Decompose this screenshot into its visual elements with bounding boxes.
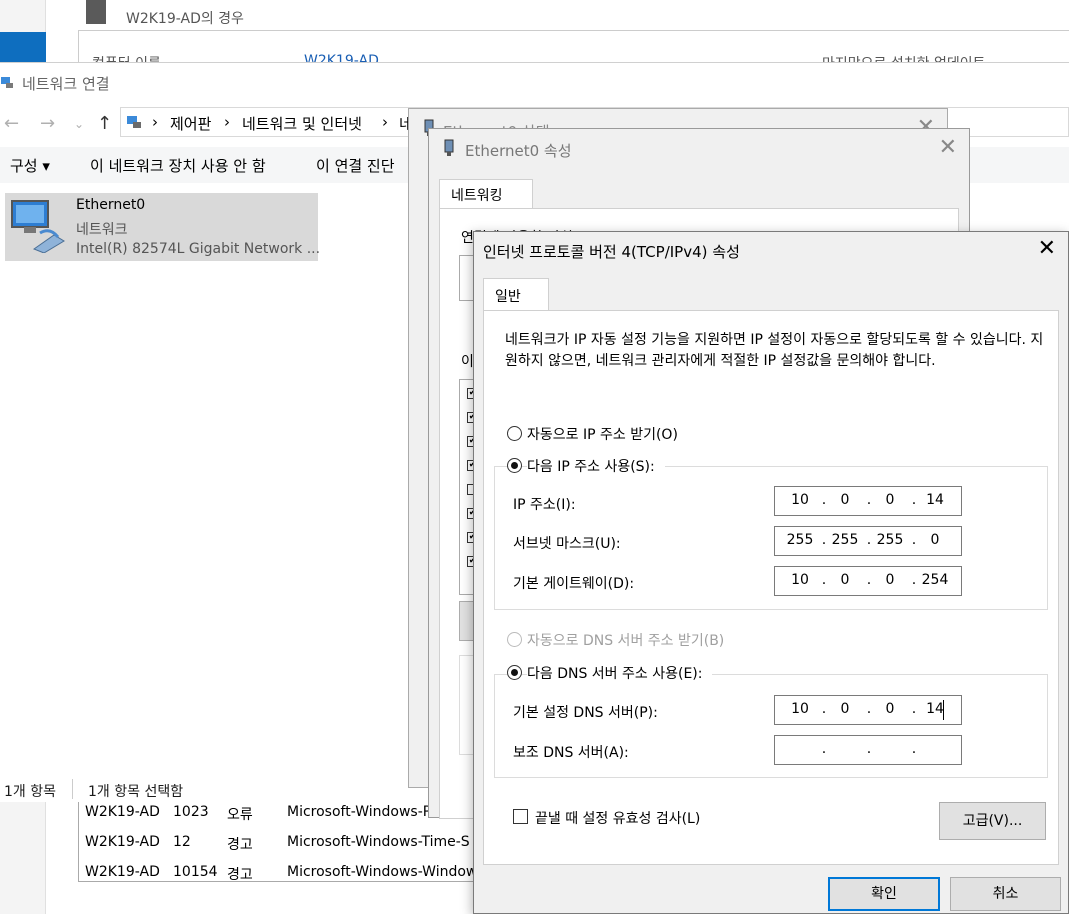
- subnet-mask-field[interactable]: 255 . 255 . 255 . 0: [774, 526, 962, 556]
- event-id: 10154: [173, 864, 218, 880]
- ip-dot: .: [821, 741, 827, 757]
- back-arrow-icon[interactable]: ←: [4, 113, 19, 134]
- pref-dns-octet-2: 0: [840, 701, 850, 717]
- subnet-octet-3: 255: [876, 532, 904, 548]
- adapter-device: Intel(R) 82574L Gigabit Network ...: [76, 241, 321, 257]
- sidebar-selected-item[interactable]: [0, 32, 46, 64]
- validate-settings-checkbox[interactable]: [513, 809, 528, 824]
- text-caret: [943, 700, 944, 720]
- auto-ip-radio[interactable]: [507, 426, 522, 441]
- ip-address-label: IP 주소(I):: [513, 497, 576, 513]
- event-source: Microsoft-Windows-Time-S: [287, 834, 470, 850]
- auto-dns-label[interactable]: 자동으로 DNS 서버 주소 받기(B): [527, 630, 724, 650]
- subnet-mask-label: 서브넷 마스크(U):: [513, 536, 621, 552]
- gateway-octet-4: 254: [921, 572, 949, 588]
- subnet-octet-1: 255: [786, 532, 814, 548]
- recent-chevron-icon[interactable]: ⌄: [74, 117, 84, 131]
- alternate-dns-label: 보조 DNS 서버(A):: [513, 745, 629, 761]
- auto-dns-radio[interactable]: [507, 632, 522, 647]
- properties-window-title: Ethernet0 속성: [465, 142, 572, 160]
- network-adapter-icon: [11, 200, 65, 253]
- ip-octet-3: 0: [885, 492, 895, 508]
- tab-networking-label: 네트워킹: [451, 188, 503, 204]
- ethernet-icon: [444, 139, 454, 156]
- event-level: 경고: [227, 837, 253, 853]
- server-subtitle: W2K19-AD의 경우: [126, 11, 244, 27]
- status-selected-count: 1개 항목 선택함: [88, 784, 184, 800]
- status-divider: [72, 779, 73, 799]
- manual-ip-label[interactable]: 다음 IP 주소 사용(S):: [527, 456, 665, 476]
- cancel-button[interactable]: 취소: [950, 877, 1061, 911]
- diagnose-button[interactable]: 이 연결 진단: [316, 155, 395, 176]
- ip-address-field[interactable]: 10 . 0 . 0 . 14: [774, 486, 962, 516]
- event-server: W2K19-AD: [85, 834, 160, 850]
- network-folder-icon: [1, 77, 13, 88]
- gateway-octet-1: 10: [791, 572, 809, 588]
- manual-ip-radio[interactable]: [507, 458, 522, 473]
- event-source: Microsoft-Windows-Window: [287, 864, 478, 880]
- event-id: 1023: [173, 804, 209, 820]
- preferred-dns-label: 기본 설정 DNS 서버(P):: [513, 705, 658, 721]
- breadcrumb-separator: ›: [382, 113, 388, 131]
- ip-octet-2: 0: [840, 492, 850, 508]
- gateway-octet-2: 0: [840, 572, 850, 588]
- auto-ip-label[interactable]: 자동으로 IP 주소 받기(O): [527, 424, 678, 444]
- server-tile-icon: [86, 0, 106, 24]
- event-level: 경고: [227, 867, 253, 883]
- organize-menu[interactable]: 구성 ▾: [10, 155, 50, 176]
- event-server: W2K19-AD: [85, 804, 160, 820]
- disable-device-button[interactable]: 이 네트워크 장치 사용 안 함: [90, 155, 266, 176]
- forward-arrow-icon[interactable]: →: [40, 113, 55, 134]
- pref-dns-octet-4: 14: [926, 701, 944, 717]
- event-level: 오류: [227, 807, 253, 823]
- ip-dot: .: [911, 741, 917, 757]
- adapter-name: Ethernet0: [76, 197, 146, 213]
- preferred-dns-field[interactable]: 10 . 0 . 0 . 14: [774, 695, 962, 725]
- gateway-field[interactable]: 10 . 0 . 0 . 254: [774, 566, 962, 596]
- manual-dns-radio[interactable]: [507, 665, 522, 680]
- up-arrow-icon[interactable]: ↑: [97, 113, 112, 134]
- items-label: 이: [461, 354, 474, 370]
- gateway-octet-3: 0: [885, 572, 895, 588]
- breadcrumb-control-panel[interactable]: 제어판: [170, 113, 211, 134]
- breadcrumb-separator: ›: [224, 113, 230, 131]
- subnet-octet-4: 0: [930, 532, 940, 548]
- pref-dns-octet-3: 0: [885, 701, 895, 717]
- control-panel-icon: [127, 116, 141, 128]
- tab-general-label: 일반: [495, 289, 521, 305]
- pref-dns-octet-1: 10: [791, 701, 809, 717]
- advanced-button[interactable]: 고급(V)...: [939, 802, 1046, 840]
- status-item-count: 1개 항목: [4, 784, 56, 800]
- ok-button[interactable]: 확인: [828, 877, 940, 911]
- manual-dns-group: [494, 674, 1048, 778]
- manual-dns-label[interactable]: 다음 DNS 서버 주소 사용(E):: [527, 663, 713, 683]
- breadcrumb-separator: ›: [152, 113, 158, 131]
- ip-dot: .: [866, 741, 872, 757]
- adapter-network: 네트워크: [76, 222, 128, 238]
- subnet-octet-2: 255: [831, 532, 859, 548]
- close-icon[interactable]: ✕: [1038, 236, 1056, 261]
- alternate-dns-field[interactable]: . . .: [774, 735, 962, 765]
- event-source: Microsoft-Windows-P: [287, 804, 432, 820]
- breadcrumb-network-internet[interactable]: 네트워크 및 인터넷: [242, 113, 362, 134]
- window-title: 네트워크 연결: [22, 75, 110, 93]
- event-server: W2K19-AD: [85, 864, 160, 880]
- dialog-title: 인터넷 프로토콜 버전 4(TCP/IPv4) 속성: [483, 243, 740, 261]
- event-id: 12: [173, 834, 191, 850]
- close-icon[interactable]: ✕: [939, 135, 957, 160]
- ip-octet-4: 14: [926, 492, 944, 508]
- ip-octet-1: 10: [791, 492, 809, 508]
- ipv4-properties-dialog: 인터넷 프로토콜 버전 4(TCP/IPv4) 속성 ✕ 일반 네트워크가 IP…: [473, 231, 1069, 914]
- validate-settings-label[interactable]: 끝낼 때 설정 유효성 검사(L): [535, 808, 700, 828]
- description-text: 네트워크가 IP 자동 설정 기능을 지원하면 IP 설정이 자동으로 할당되도…: [505, 332, 1044, 369]
- gateway-label: 기본 게이트웨이(D):: [513, 576, 635, 592]
